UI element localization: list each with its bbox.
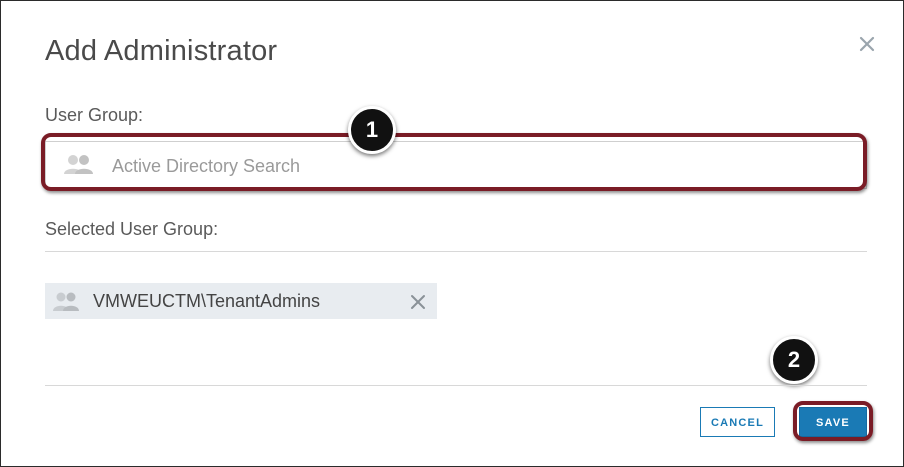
divider: [45, 385, 867, 386]
user-group-search-box[interactable]: [45, 141, 867, 190]
step-2-badge: 2: [770, 336, 818, 384]
add-administrator-dialog: Add Administrator User Group: 1 Selected…: [0, 0, 904, 467]
cancel-button[interactable]: CANCEL: [700, 407, 775, 437]
save-button[interactable]: SAVE: [799, 407, 867, 437]
selected-group-chip: VMWEUCTM\TenantAdmins: [45, 283, 437, 319]
remove-icon[interactable]: [409, 293, 427, 311]
close-icon[interactable]: [856, 33, 878, 55]
active-directory-search-input[interactable]: [110, 142, 854, 190]
users-icon: [51, 291, 83, 311]
users-icon: [62, 153, 96, 175]
dialog-title: Add Administrator: [45, 35, 278, 67]
step-1-badge: 1: [348, 106, 396, 154]
selected-user-group-label: Selected User Group:: [45, 219, 219, 239]
selected-group-name: VMWEUCTM\TenantAdmins: [93, 291, 321, 311]
user-group-label: User Group:: [45, 105, 144, 125]
divider: [45, 251, 867, 252]
